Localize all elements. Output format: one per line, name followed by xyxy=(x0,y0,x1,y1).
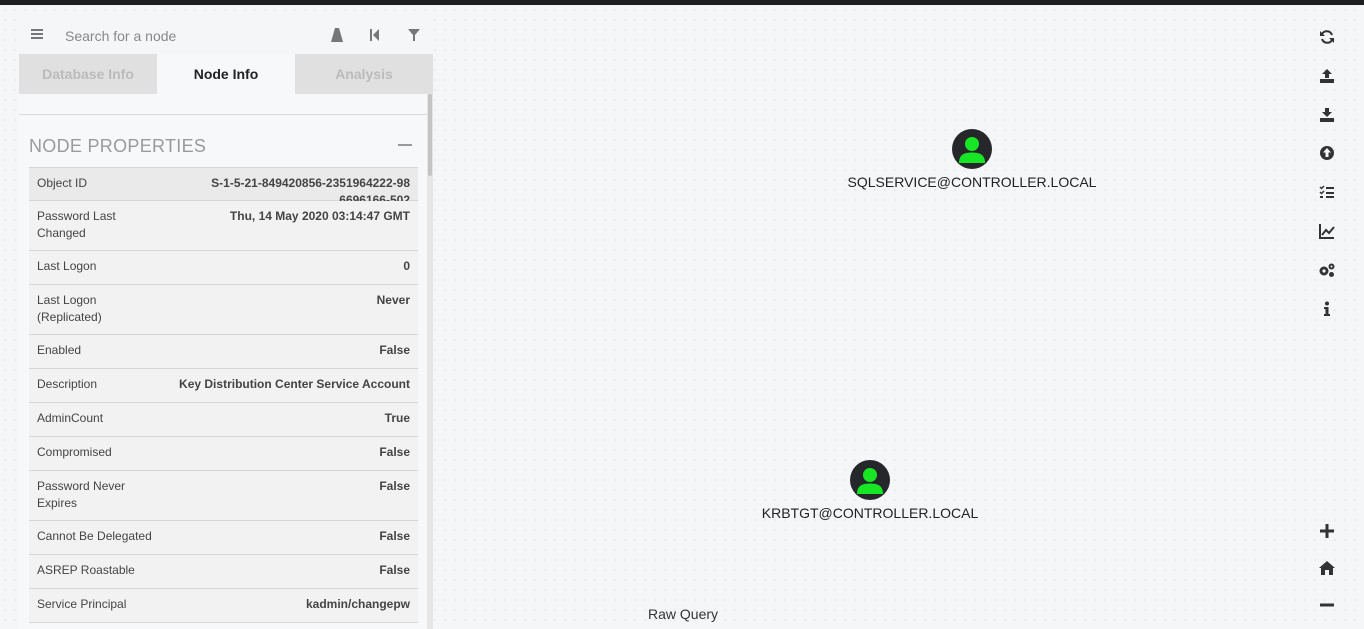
property-row: Password Never Expires False xyxy=(29,471,418,521)
side-panel: Database Info Node Info Analysis NODE PR… xyxy=(19,17,433,629)
upload-icon[interactable] xyxy=(1313,141,1341,165)
property-key: Description xyxy=(37,377,98,391)
queue-list-icon[interactable] xyxy=(1313,180,1341,204)
export-icon[interactable] xyxy=(1313,64,1341,88)
user-icon xyxy=(952,129,992,169)
property-row: Password Last Changed Thu, 14 May 2020 0… xyxy=(29,201,418,251)
right-toolbar xyxy=(1313,0,1341,629)
back-icon[interactable] xyxy=(366,26,384,44)
search-input[interactable] xyxy=(63,23,297,49)
property-row: Last Logon 0 xyxy=(29,251,418,285)
property-value: kadmin/changepw xyxy=(305,597,410,611)
home-icon[interactable] xyxy=(1313,556,1341,580)
property-key: Password Last Changed xyxy=(37,209,116,240)
property-key: Password Never Expires xyxy=(37,479,126,510)
properties-table: Object ID S-1-5-21-849420856-2351964222-… xyxy=(29,167,418,623)
property-row: Object ID S-1-5-21-849420856-2351964222-… xyxy=(29,167,418,207)
property-row: Compromised False xyxy=(29,437,418,471)
section-title: NODE PROPERTIES xyxy=(29,136,207,156)
property-key: Enabled xyxy=(37,343,82,357)
property-value: 0 xyxy=(403,259,410,273)
property-value: False xyxy=(379,529,410,543)
tab-database-info[interactable]: Database Info xyxy=(19,54,157,94)
property-key: Last Logon xyxy=(37,259,97,273)
node-label: KRBTGT@CONTROLLER.LOCAL xyxy=(761,505,979,521)
property-value: False xyxy=(379,479,410,493)
import-icon[interactable] xyxy=(1313,103,1341,127)
panel-tabs: Database Info Node Info Analysis xyxy=(19,54,433,94)
raw-query-toggle[interactable]: Raw Query xyxy=(648,606,718,622)
scrollbar-thumb[interactable] xyxy=(428,94,432,176)
node-label: SQLSERVICE@CONTROLLER.LOCAL xyxy=(847,174,1097,190)
property-row: Description Key Distribution Center Serv… xyxy=(29,369,418,403)
property-value: Never xyxy=(376,293,410,307)
menu-icon[interactable] xyxy=(31,26,45,44)
property-row: Last Logon (Replicated) Never xyxy=(29,285,418,335)
node-info-content: NODE PROPERTIES Object ID S-1-5-21-84942… xyxy=(19,94,427,629)
property-row: ASREP Roastable False xyxy=(29,555,418,589)
property-value: False xyxy=(379,445,410,459)
property-key: Object ID xyxy=(37,176,88,190)
property-key: Service Principal xyxy=(37,597,127,611)
property-value: False xyxy=(379,343,410,357)
user-icon xyxy=(850,460,890,500)
chart-icon[interactable] xyxy=(1313,219,1341,243)
info-icon[interactable] xyxy=(1313,297,1341,321)
graph-node-krbtgt[interactable]: KRBTGT@CONTROLLER.LOCAL xyxy=(750,460,990,521)
filter-icon[interactable] xyxy=(405,26,423,44)
collapse-section-button[interactable] xyxy=(398,144,412,146)
tab-analysis[interactable]: Analysis xyxy=(295,54,433,94)
divider xyxy=(19,114,427,115)
property-key: Cannot Be Delegated xyxy=(37,529,152,543)
zoom-out-icon[interactable] xyxy=(1313,593,1341,617)
property-value: Key Distribution Center Service Account xyxy=(179,377,410,391)
pathfinding-icon[interactable] xyxy=(328,26,346,44)
refresh-icon[interactable] xyxy=(1313,25,1341,49)
property-row: Cannot Be Delegated False xyxy=(29,521,418,555)
property-row: AdminCount True xyxy=(29,403,418,437)
property-key: Compromised xyxy=(37,445,112,459)
zoom-in-icon[interactable] xyxy=(1313,519,1341,543)
settings-icon[interactable] xyxy=(1313,258,1341,282)
graph-node-sqlservice[interactable]: SQLSERVICE@CONTROLLER.LOCAL xyxy=(848,129,1096,190)
search-bar xyxy=(19,17,433,54)
property-key: AdminCount xyxy=(37,411,104,425)
property-row: Enabled False xyxy=(29,335,418,369)
property-value: Thu, 14 May 2020 03:14:47 GMT xyxy=(229,209,410,223)
property-key: Last Logon (Replicated) xyxy=(37,293,102,324)
property-key: ASREP Roastable xyxy=(37,563,135,577)
property-row: Service Principal kadmin/changepw xyxy=(29,589,418,623)
property-value: False xyxy=(379,563,410,577)
tab-node-info[interactable]: Node Info xyxy=(157,54,295,94)
property-value: True xyxy=(384,411,410,425)
